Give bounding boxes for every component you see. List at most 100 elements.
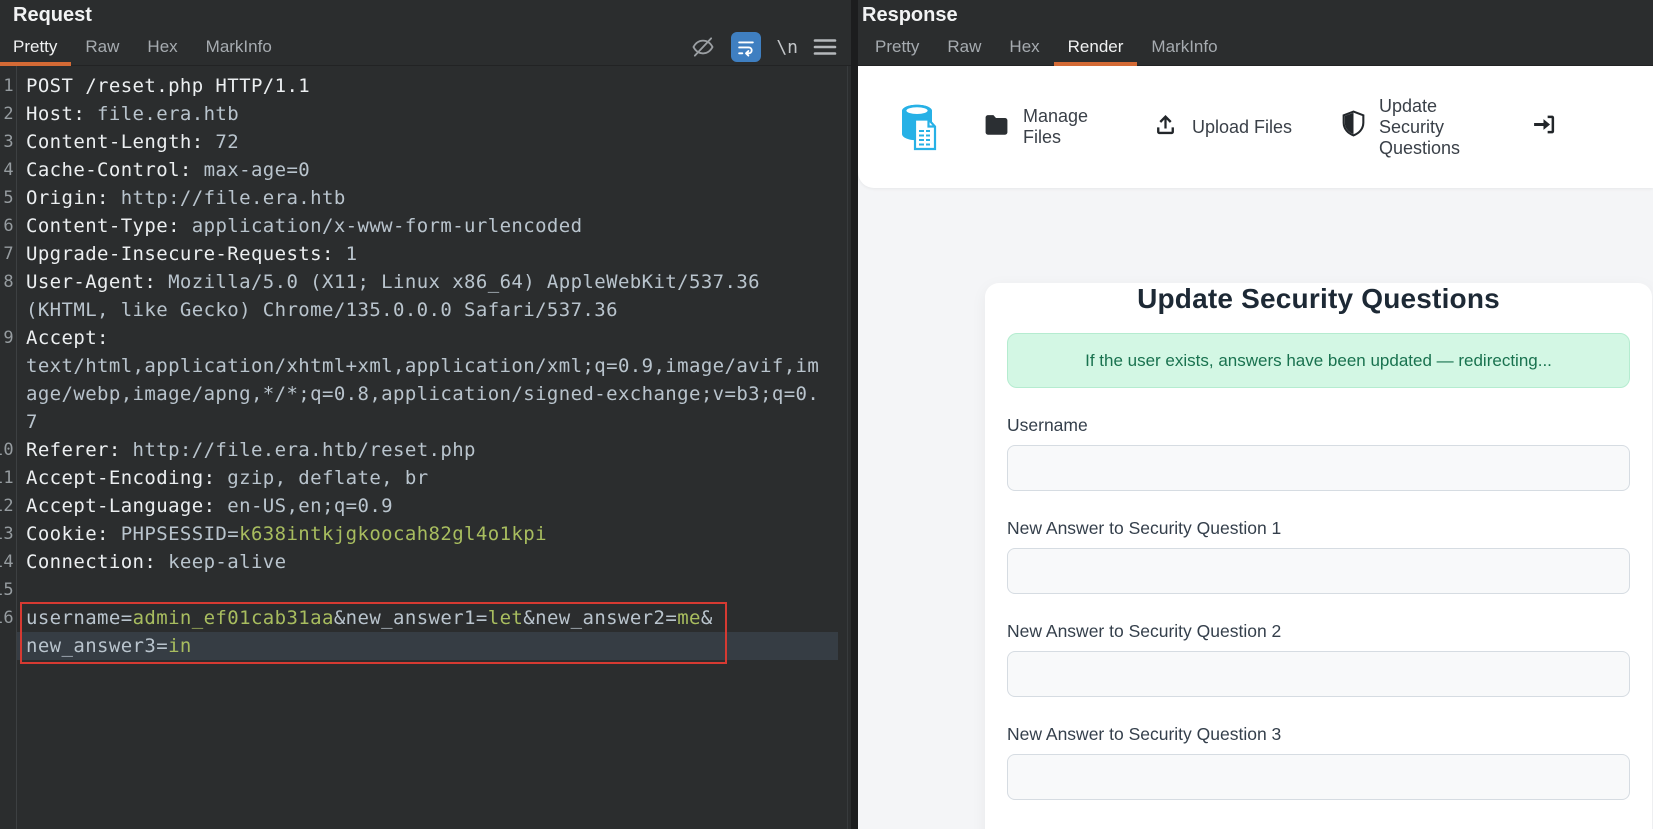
- nav-item-label: Manage Files: [1023, 106, 1089, 147]
- request-panel: Request Pretty Raw Hex MarkInfo \n 1 POS…: [0, 0, 851, 829]
- line-number: 4: [3, 160, 14, 180]
- request-line[interactable]: 2 Host: file.era.htb: [0, 100, 851, 128]
- request-line[interactable]: 7 Upgrade-Insecure-Requests: 1: [0, 240, 851, 268]
- logout-button[interactable]: [1530, 112, 1558, 142]
- line-number: 12: [0, 496, 14, 516]
- code-line[interactable]: POST /reset.php HTTP/1.1: [16, 72, 838, 100]
- tab-markinfo[interactable]: MarkInfo: [192, 29, 286, 65]
- burp-message-viewer: Request Pretty Raw Hex MarkInfo \n 1 POS…: [0, 0, 1653, 829]
- code-line[interactable]: Content-Length: 72: [16, 128, 838, 156]
- code-line[interactable]: Referer: http://file.era.htb/reset.php: [16, 436, 838, 464]
- code-line[interactable]: Upgrade-Insecure-Requests: 1: [16, 240, 838, 268]
- response-panel: Response PrettyRawHexRenderMarkInfo: [858, 0, 1653, 829]
- code-line[interactable]: Origin: http://file.era.htb: [16, 184, 838, 212]
- new-answer-to-security-question-2-input[interactable]: [1007, 651, 1630, 697]
- line-number: 3: [3, 132, 14, 152]
- request-line[interactable]: 5 Origin: http://file.era.htb: [0, 184, 851, 212]
- request-line[interactable]: 13Cookie: PHPSESSID=k638intkjgkoocah82gl…: [0, 520, 851, 548]
- line-number: 8: [3, 272, 14, 292]
- code-line[interactable]: Accept:: [16, 324, 838, 352]
- tab-raw[interactable]: Raw: [933, 29, 995, 65]
- code-line[interactable]: Cookie: PHPSESSID=k638intkjgkoocah82gl4o…: [16, 520, 838, 548]
- menu-hamburger-icon[interactable]: [813, 37, 837, 57]
- request-line[interactable]: (KHTML, like Gecko) Chrome/135.0.0.0 Saf…: [0, 296, 851, 324]
- code-line[interactable]: new_answer3=in: [16, 632, 838, 660]
- new-answer-to-security-question-2-label: New Answer to Security Question 2: [1007, 621, 1282, 641]
- request-line[interactable]: 9 Accept:: [0, 324, 851, 352]
- request-tabs: Pretty Raw Hex MarkInfo: [0, 29, 286, 66]
- new-answer-to-security-question-3-input[interactable]: [1007, 754, 1630, 800]
- code-line[interactable]: text/html,application/xhtml+xml,applicat…: [16, 352, 838, 380]
- line-number: 5: [3, 188, 14, 208]
- panel-splitter[interactable]: [851, 0, 858, 829]
- tab-pretty[interactable]: Pretty: [862, 29, 933, 65]
- code-line[interactable]: (KHTML, like Gecko) Chrome/135.0.0.0 Saf…: [16, 296, 838, 324]
- username-input[interactable]: [1007, 445, 1630, 491]
- code-line[interactable]: [16, 576, 838, 604]
- request-line[interactable]: 6 Content-Type: application/x-www-form-ur…: [0, 212, 851, 240]
- request-line[interactable]: 15: [0, 576, 851, 604]
- nav-item-update-security-questions[interactable]: Update Security Questions: [1341, 96, 1481, 159]
- line-number: 6: [3, 216, 14, 236]
- show-newlines-icon[interactable]: \n: [776, 37, 798, 58]
- request-line[interactable]: 4 Cache-Control: max-age=0: [0, 156, 851, 184]
- database-document-icon[interactable]: [895, 102, 941, 152]
- logout-icon: [1530, 112, 1558, 142]
- line-number: [0, 380, 16, 408]
- page-background: Update Security Questions If the user ex…: [858, 188, 1653, 829]
- code-line[interactable]: Content-Type: application/x-www-form-url…: [16, 212, 838, 240]
- tab-raw[interactable]: Raw: [71, 29, 133, 65]
- code-line[interactable]: age/webp,image/apng,*/*;q=0.8,applicatio…: [16, 380, 838, 408]
- upload-icon: [1152, 111, 1179, 143]
- line-number: [0, 296, 16, 324]
- request-line[interactable]: new_answer3=in: [0, 632, 851, 660]
- line-number: 10: [0, 440, 14, 460]
- code-line[interactable]: Host: file.era.htb: [16, 100, 838, 128]
- nav-item-manage-files[interactable]: Manage Files: [983, 106, 1103, 148]
- request-toolbar: \n: [690, 29, 851, 65]
- request-panel-title: Request: [13, 4, 92, 26]
- nav-item-upload-files[interactable]: Upload Files: [1152, 111, 1292, 143]
- code-line[interactable]: Cache-Control: max-age=0: [16, 156, 838, 184]
- request-line[interactable]: 1 POST /reset.php HTTP/1.1: [0, 72, 851, 100]
- request-line[interactable]: 3 Content-Length: 72: [0, 128, 851, 156]
- response-panel-title: Response: [862, 4, 958, 26]
- code-line[interactable]: username=admin_ef01cab31aa&new_answer1=l…: [16, 604, 838, 632]
- request-editor[interactable]: 1 POST /reset.php HTTP/1.1 2 Host: file.era…: [0, 66, 851, 829]
- nav-item-label: Upload Files: [1191, 116, 1293, 137]
- new-answer-to-security-question-1-input[interactable]: [1007, 548, 1630, 594]
- line-number: 9: [3, 328, 14, 348]
- request-line[interactable]: 10Referer: http://file.era.htb/reset.php: [0, 436, 851, 464]
- request-line[interactable]: 8 User-Agent: Mozilla/5.0 (X11; Linux x86…: [0, 268, 851, 296]
- code-line[interactable]: Accept-Encoding: gzip, deflate, br: [16, 464, 838, 492]
- line-number: [0, 632, 16, 660]
- request-line[interactable]: 11Accept-Encoding: gzip, deflate, br: [0, 464, 851, 492]
- code-line[interactable]: Accept-Language: en-US,en;q=0.9: [16, 492, 838, 520]
- nav-items: Manage Files Upload Files Update Security …: [983, 96, 1653, 159]
- code-line[interactable]: User-Agent: Mozilla/5.0 (X11; Linux x86_…: [16, 268, 838, 296]
- request-tabbar: Pretty Raw Hex MarkInfo \n: [0, 29, 851, 66]
- request-line[interactable]: 14Connection: keep-alive: [0, 548, 851, 576]
- tab-hex[interactable]: Hex: [133, 29, 191, 65]
- request-line[interactable]: 12Accept-Language: en-US,en;q=0.9: [0, 492, 851, 520]
- request-line[interactable]: 7: [0, 408, 851, 436]
- form-field: Username: [1007, 415, 1630, 491]
- tab-hex[interactable]: Hex: [995, 29, 1053, 65]
- line-number: 16: [0, 608, 14, 628]
- request-line[interactable]: text/html,application/xhtml+xml,applicat…: [0, 352, 851, 380]
- request-line[interactable]: 16username=admin_ef01cab31aa&new_answer1…: [0, 604, 851, 632]
- response-tabbar: Pretty Raw Hex Render MarkInfo: [858, 29, 1653, 66]
- tab-markinfo[interactable]: MarkInfo: [1137, 29, 1231, 65]
- folder-icon: [983, 113, 1010, 142]
- tab-render[interactable]: Render: [1053, 29, 1138, 66]
- hide-highlights-eye-off-icon[interactable]: [690, 34, 716, 60]
- nav-item-label: Update Security Questions: [1379, 95, 1461, 158]
- code-line[interactable]: 7: [16, 408, 838, 436]
- line-number: [0, 408, 16, 436]
- code-line[interactable]: Connection: keep-alive: [16, 548, 838, 576]
- tab-pretty[interactable]: Pretty: [0, 29, 72, 66]
- word-wrap-icon[interactable]: [731, 32, 762, 62]
- form-title: Update Security Questions: [1137, 283, 1500, 314]
- request-line[interactable]: age/webp,image/apng,*/*;q=0.8,applicatio…: [0, 380, 851, 408]
- security-questions-card: Update Security Questions If the user ex…: [985, 283, 1652, 829]
